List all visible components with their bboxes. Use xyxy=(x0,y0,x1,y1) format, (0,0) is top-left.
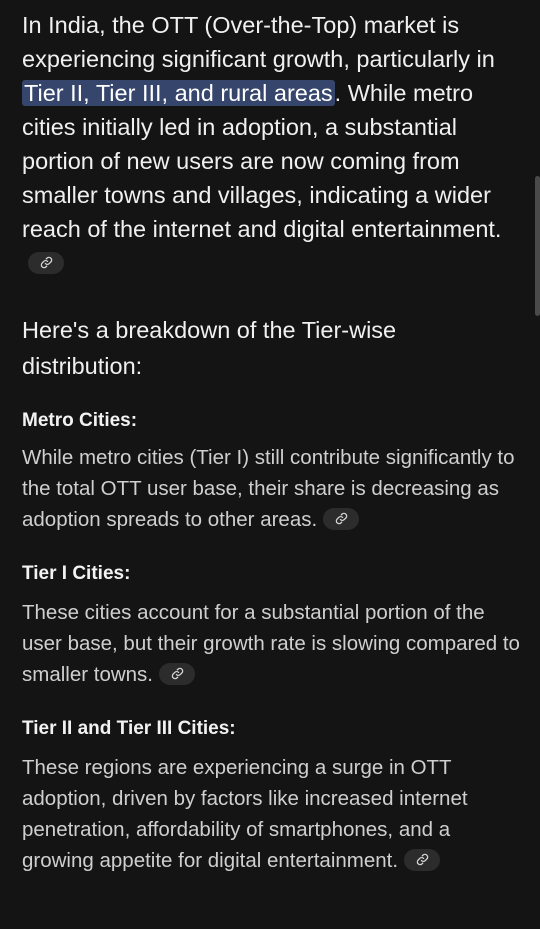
section-heading-metro: Metro Cities: xyxy=(22,410,138,431)
intro-paragraph: In India, the OTT (Over-the-Top) market … xyxy=(22,8,522,280)
section-body-tier1: These cities account for a substantial p… xyxy=(22,597,522,690)
link-icon xyxy=(171,667,183,680)
highlighted-text[interactable]: Tier II, Tier III, and rural areas xyxy=(22,80,335,106)
section-heading-tier1: Tier I Cities: xyxy=(22,563,131,584)
intro-text-before: In India, the OTT (Over-the-Top) market … xyxy=(22,12,495,72)
section-text-tier2-tier3: These regions are experiencing a surge i… xyxy=(22,756,468,872)
breakdown-heading: Here's a breakdown of the Tier-wise dist… xyxy=(22,317,397,379)
section-body-metro: While metro cities (Tier I) still contri… xyxy=(22,442,522,535)
source-link-chip[interactable] xyxy=(404,848,441,871)
link-icon xyxy=(40,257,52,269)
link-icon xyxy=(416,853,428,866)
source-link-chip[interactable] xyxy=(28,251,64,274)
response-content: In India, the OTT (Over-the-Top) market … xyxy=(22,8,522,876)
scrollbar-thumb[interactable] xyxy=(535,176,540,316)
section-heading-tier2-tier3: Tier II and Tier III Cities: xyxy=(22,718,236,739)
link-icon xyxy=(335,512,347,525)
source-link-chip[interactable] xyxy=(323,507,360,530)
section-text-tier1: These cities account for a substantial p… xyxy=(22,601,520,686)
section-body-tier2-tier3: These regions are experiencing a surge i… xyxy=(22,752,522,876)
source-link-chip[interactable] xyxy=(159,662,196,685)
section-text-metro: While metro cities (Tier I) still contri… xyxy=(22,446,515,531)
